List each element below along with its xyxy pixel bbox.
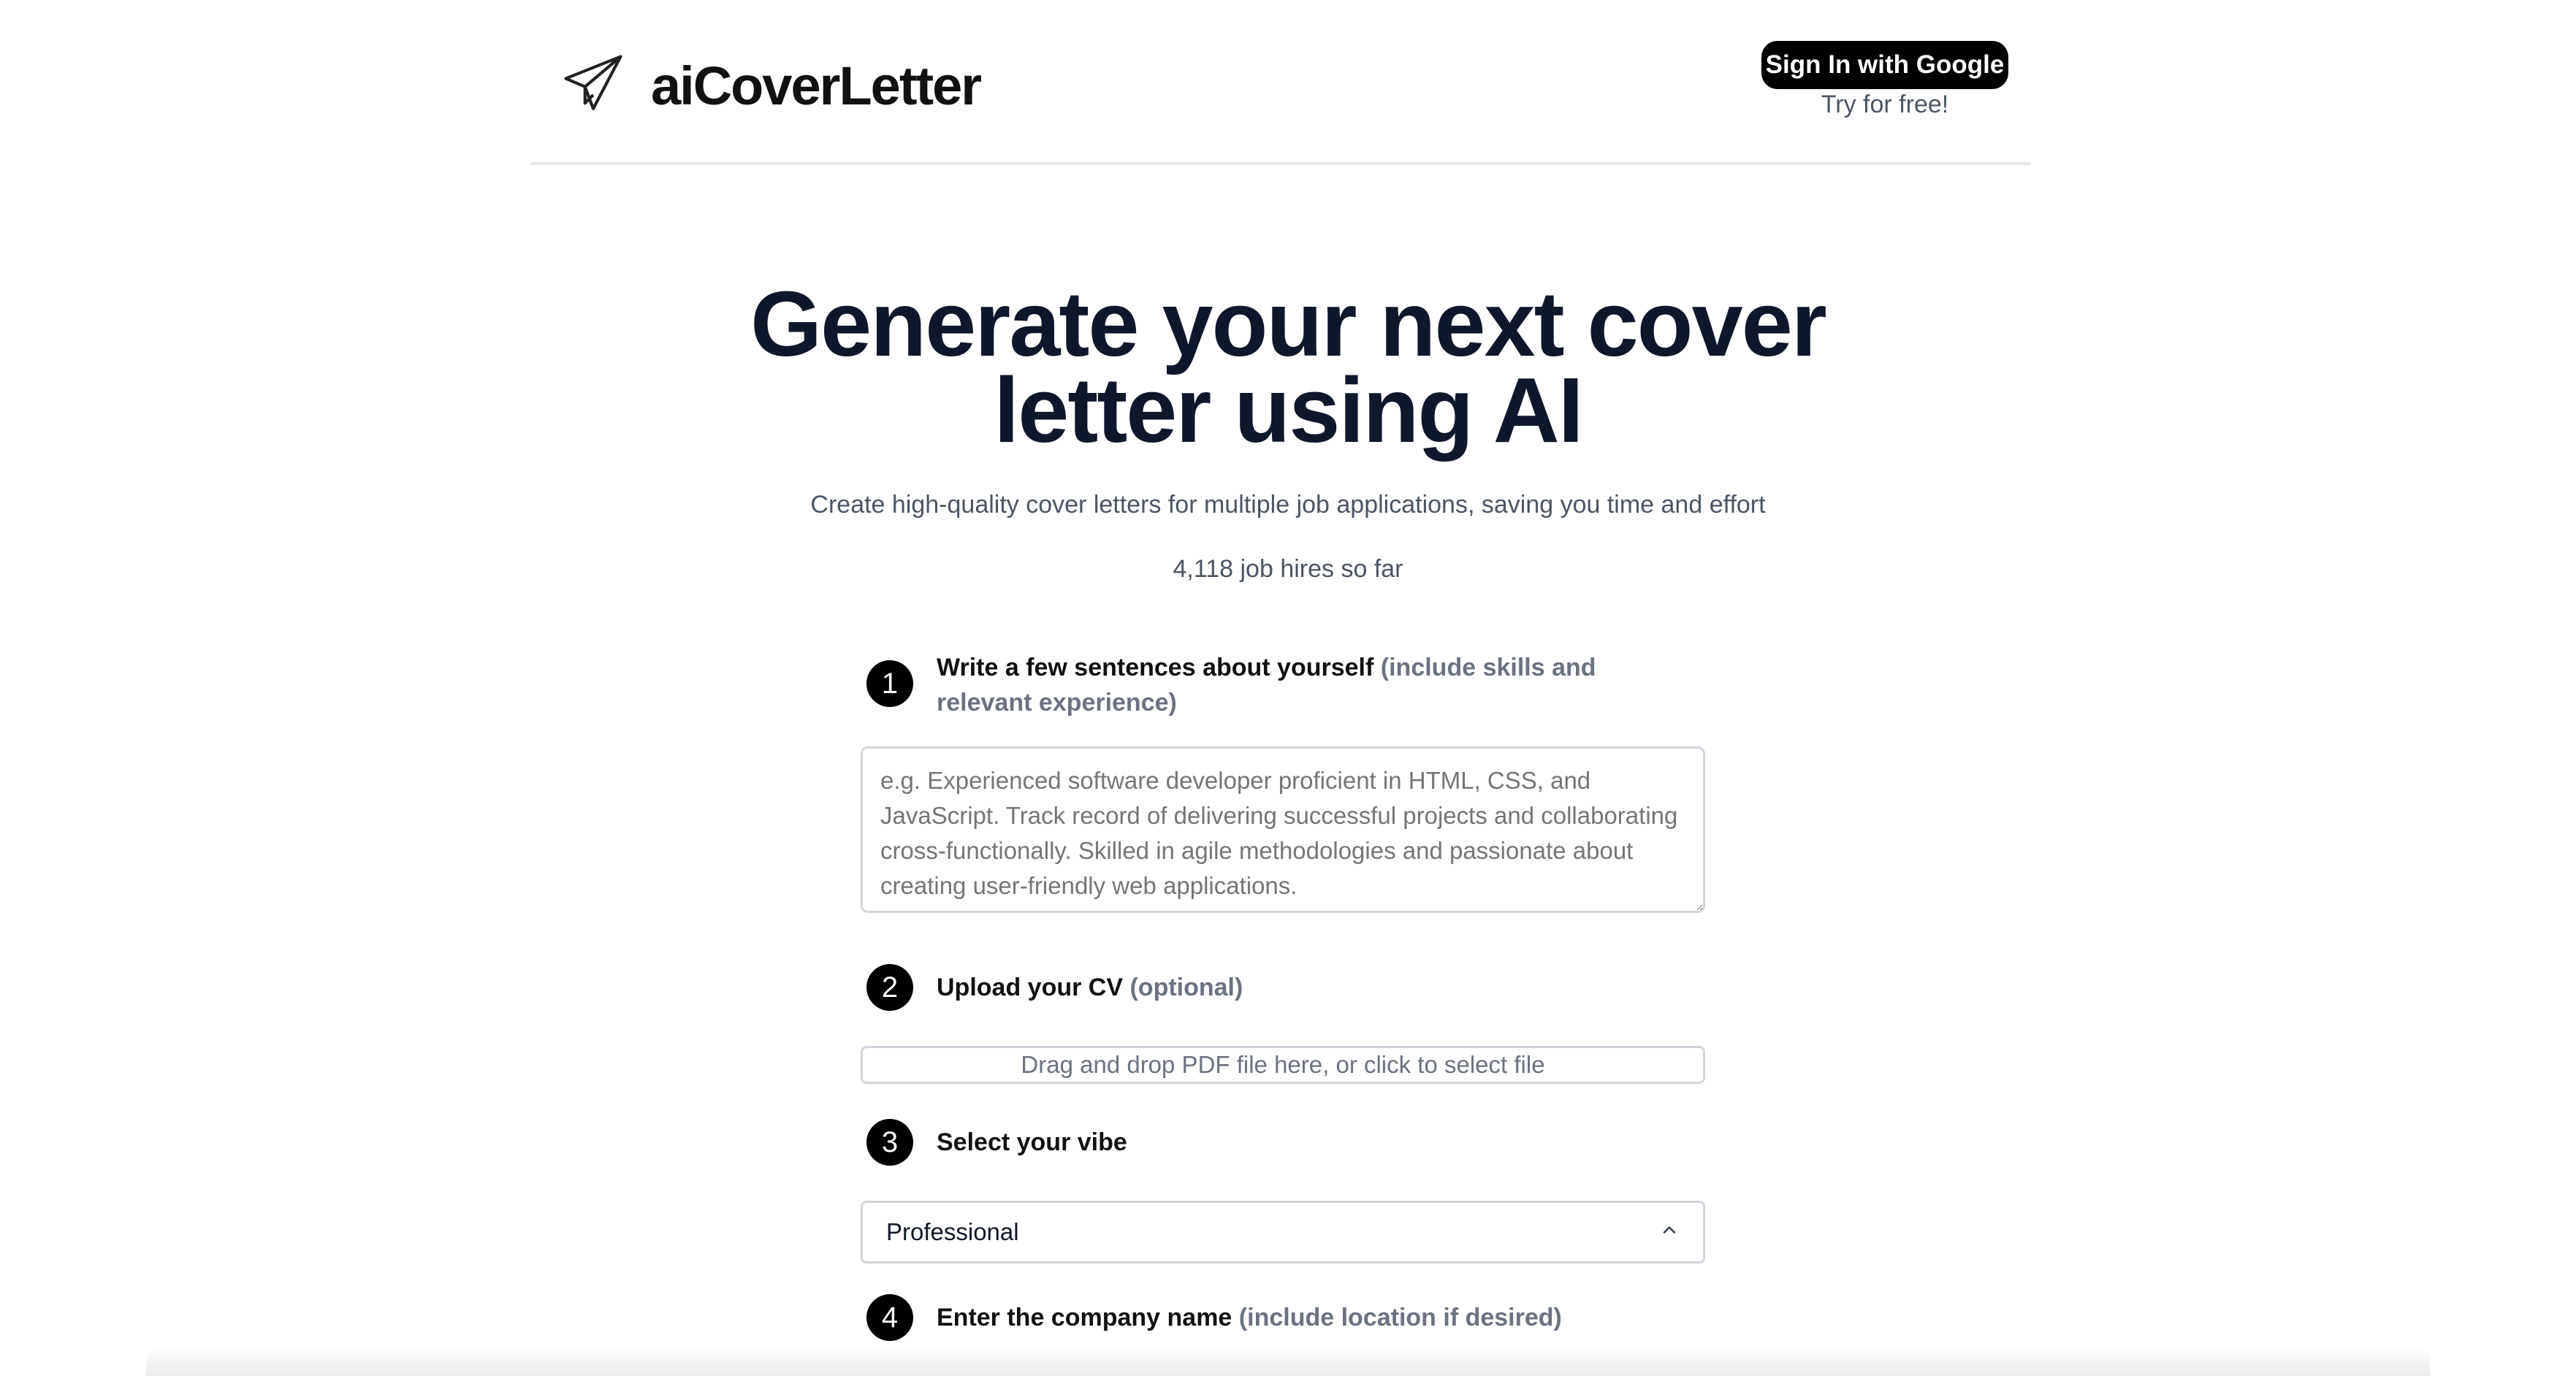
paper-plane-icon — [560, 51, 626, 121]
step-title: Select your vibe — [937, 1128, 1127, 1156]
step-title: Upload your CV — [937, 974, 1124, 1001]
vibe-select[interactable]: Professional — [861, 1201, 1705, 1264]
subtitle: Create high-quality cover letters for mu… — [810, 491, 1766, 519]
step-1: 1 Write a few sentences about yourself (… — [866, 650, 1707, 720]
step-number: 1 — [866, 660, 913, 707]
step-4: 4 Enter the company name (include locati… — [866, 1294, 1707, 1341]
step-label: Select your vibe — [937, 1125, 1127, 1160]
about-yourself-input[interactable] — [861, 746, 1705, 913]
step-label: Upload your CV (optional) — [937, 970, 1243, 1005]
chevron-up-icon — [1659, 1218, 1680, 1246]
step-hint: (optional) — [1129, 974, 1243, 1001]
try-free-text: Try for free! — [1821, 91, 1949, 118]
hero: Generate your next cover letter using AI — [0, 278, 2576, 456]
title-line-2: letter using AI — [994, 359, 1583, 462]
step-3: 3 Select your vibe — [866, 1119, 1707, 1166]
cv-upload-dropzone[interactable]: Drag and drop PDF file here, or click to… — [861, 1046, 1705, 1084]
step-number: 3 — [866, 1119, 913, 1166]
bottom-shadow — [146, 1347, 2430, 1376]
page-title: Generate your next cover letter using AI — [740, 278, 1836, 456]
step-title: Write a few sentences about yourself — [937, 654, 1374, 681]
site-header: aiCoverLetter Sign In with Google Try fo… — [531, 0, 2030, 165]
vibe-selected-value: Professional — [886, 1218, 1019, 1245]
logo[interactable]: aiCoverLetter — [560, 51, 982, 121]
step-number: 4 — [866, 1294, 913, 1341]
step-number: 2 — [866, 964, 913, 1011]
step-label: Write a few sentences about yourself (in… — [937, 650, 1667, 720]
sign-in-google-button[interactable]: Sign In with Google — [1761, 41, 2008, 89]
step-2: 2 Upload your CV (optional) — [866, 964, 1707, 1011]
step-hint: (include location if desired) — [1238, 1304, 1562, 1331]
logo-text: aiCoverLetter — [651, 56, 982, 116]
step-title: Enter the company name — [937, 1304, 1232, 1331]
hires-count: 4,118 job hires so far — [1173, 555, 1403, 583]
step-label: Enter the company name (include location… — [937, 1300, 1562, 1335]
